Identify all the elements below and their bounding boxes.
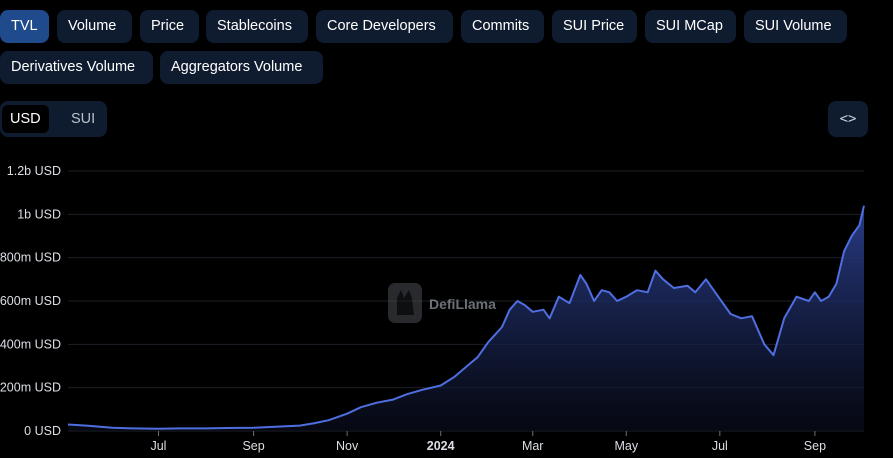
tvl-chart[interactable]: 0 USD 200m USD 400m USD 600m USD 800m USD 1b …: [0, 150, 893, 458]
tab-price[interactable]: Price: [140, 10, 199, 43]
y-tick-label: 1b USD: [17, 207, 61, 221]
code-brackets-icon: <>: [839, 111, 857, 127]
tab-sui-price[interactable]: SUI Price: [552, 10, 637, 43]
tab-sui-volume[interactable]: SUI Volume: [744, 10, 847, 43]
y-tick-label: 200m USD: [0, 381, 61, 395]
x-tick-label: Mar: [522, 439, 544, 453]
tab-stablecoins[interactable]: Stablecoins: [206, 10, 308, 43]
tab-derivatives-volume[interactable]: Derivatives Volume: [0, 51, 153, 84]
x-tick-label: Jul: [150, 439, 166, 453]
tab-aggregators-volume[interactable]: Aggregators Volume: [160, 51, 323, 84]
currency-option-sui[interactable]: SUI: [63, 105, 103, 133]
embed-button[interactable]: <>: [828, 101, 868, 137]
currency-toggle: USD SUI: [0, 101, 107, 137]
x-tick-label: Sep: [804, 439, 826, 453]
tab-tvl[interactable]: TVL: [0, 10, 49, 43]
x-tick-label: 2024: [427, 439, 455, 453]
x-tick-label: Nov: [336, 439, 359, 453]
y-tick-label: 0 USD: [24, 424, 61, 438]
y-tick-label: 400m USD: [0, 337, 61, 351]
x-tick-label: Sep: [242, 439, 264, 453]
currency-option-usd[interactable]: USD: [2, 105, 49, 133]
x-tick-label: Jul: [712, 439, 728, 453]
watermark-text: DefiLlama: [429, 296, 496, 312]
tab-commits[interactable]: Commits: [461, 10, 544, 43]
tab-core-developers[interactable]: Core Developers: [316, 10, 453, 43]
y-tick-label: 800m USD: [0, 251, 61, 265]
x-tick-label: May: [614, 439, 638, 453]
llama-logo-icon: [388, 283, 422, 323]
y-tick-label: 1.2b USD: [7, 164, 61, 178]
y-tick-label: 600m USD: [0, 294, 61, 308]
tab-volume[interactable]: Volume: [57, 10, 132, 43]
tab-sui-mcap[interactable]: SUI MCap: [645, 10, 736, 43]
